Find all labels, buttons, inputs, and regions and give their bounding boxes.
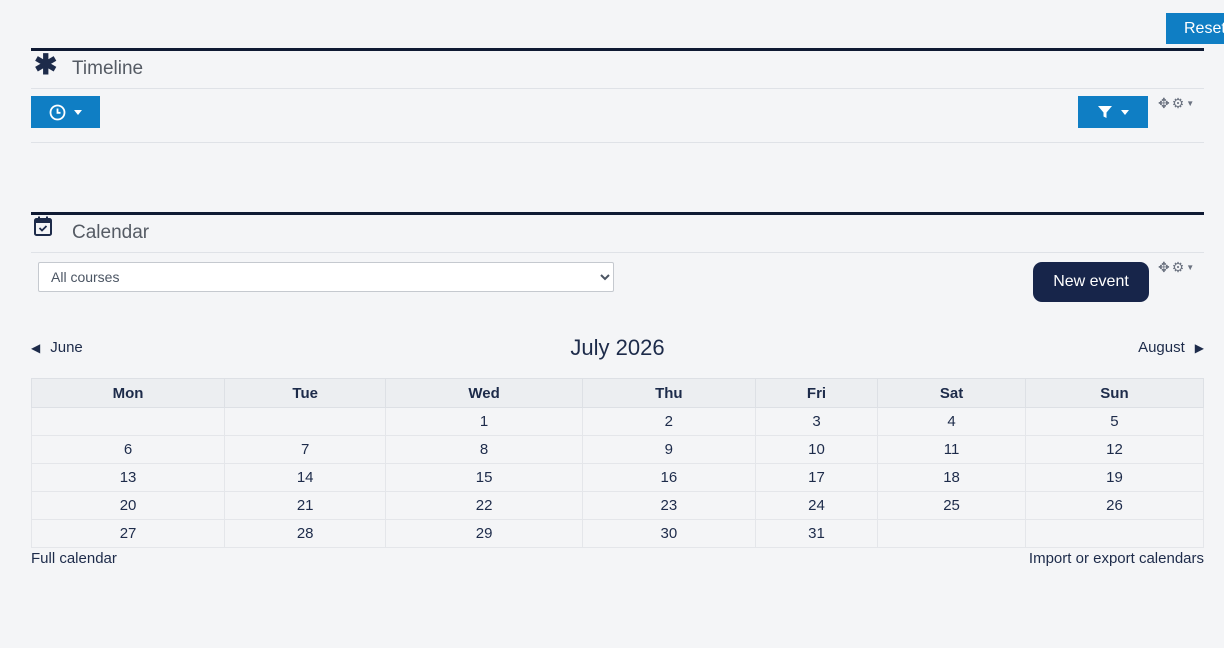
day-cell[interactable]: 3 <box>754 407 879 436</box>
day-cell[interactable]: 19 <box>1024 463 1205 492</box>
calendar-header: Calendar <box>31 215 1204 253</box>
day-cell[interactable]: 6 <box>30 435 226 464</box>
import-export-calendars-link[interactable]: Import or export calendars <box>1029 550 1204 567</box>
day-cell[interactable] <box>877 519 1026 548</box>
course-filter-select[interactable]: All courses <box>38 262 614 292</box>
timeline-block: ✱ Timeline ✥ ⚙ ▼ <box>31 48 1204 144</box>
day-cell[interactable]: 21 <box>224 491 387 520</box>
chevron-down-icon[interactable]: ▼ <box>1186 263 1194 272</box>
day-cell[interactable]: 25 <box>877 491 1026 520</box>
day-cell[interactable] <box>30 407 226 436</box>
week-row: 1 2 3 4 5 <box>30 407 1205 436</box>
day-cell[interactable]: 14 <box>224 463 387 492</box>
reset-button[interactable]: Reset <box>1166 13 1224 44</box>
weekday-header: Mon <box>30 378 226 408</box>
day-cell[interactable]: 20 <box>30 491 226 520</box>
day-cell[interactable]: 29 <box>385 519 583 548</box>
week-row: 20 21 22 23 24 25 26 <box>30 491 1205 520</box>
move-icon[interactable]: ✥ <box>1158 95 1170 112</box>
timeline-sort-filter-button[interactable] <box>1078 96 1148 128</box>
weekday-header: Thu <box>581 378 756 408</box>
week-row: 13 14 15 16 17 18 19 <box>30 463 1205 492</box>
chevron-down-icon <box>74 109 82 115</box>
timeline-header: ✱ Timeline <box>31 51 1204 89</box>
weekday-header: Tue <box>224 378 387 408</box>
asterisk-icon: ✱ <box>34 49 58 80</box>
day-cell[interactable]: 2 <box>581 407 756 436</box>
move-icon[interactable]: ✥ <box>1158 259 1170 276</box>
day-cell[interactable]: 12 <box>1024 435 1205 464</box>
full-calendar-link[interactable]: Full calendar <box>31 550 117 567</box>
calendar-title: Calendar <box>72 222 150 243</box>
day-cell[interactable]: 8 <box>385 435 583 464</box>
day-cell[interactable]: 11 <box>877 435 1026 464</box>
calendar-block-controls: ✥ ⚙ ▼ <box>1158 259 1194 276</box>
calendar-block: Calendar All courses New event ✥ ⚙ ▼ ◀ J… <box>30 212 1205 572</box>
day-cell[interactable] <box>1024 519 1205 548</box>
day-cell[interactable]: 26 <box>1024 491 1205 520</box>
filter-icon <box>1098 106 1112 118</box>
day-cell[interactable] <box>224 407 387 436</box>
timeline-block-controls: ✥ ⚙ ▼ <box>1158 95 1194 112</box>
gear-icon[interactable]: ⚙ <box>1172 95 1185 112</box>
day-cell[interactable]: 10 <box>754 435 879 464</box>
arrow-right-icon: ▶ <box>1194 340 1204 355</box>
next-month-label: August <box>1138 339 1185 356</box>
day-cell[interactable]: 24 <box>754 491 879 520</box>
day-cell[interactable]: 4 <box>877 407 1026 436</box>
month-navigation: ◀ June July 2026 August ▶ <box>31 335 1204 369</box>
chevron-down-icon[interactable]: ▼ <box>1186 99 1194 108</box>
weekday-header: Sun <box>1024 378 1205 408</box>
day-cell[interactable]: 23 <box>581 491 756 520</box>
timeline-divider <box>31 142 1204 143</box>
gear-icon[interactable]: ⚙ <box>1172 259 1185 276</box>
day-cell[interactable]: 27 <box>30 519 226 548</box>
day-cell[interactable]: 13 <box>30 463 226 492</box>
timeline-title: Timeline <box>72 58 144 79</box>
week-row: 27 28 29 30 31 <box>30 519 1205 548</box>
day-cell[interactable]: 31 <box>754 519 879 548</box>
weekday-header: Wed <box>385 378 583 408</box>
day-cell[interactable]: 17 <box>754 463 879 492</box>
day-cell[interactable]: 22 <box>385 491 583 520</box>
weekday-header-row: Mon Tue Wed Thu Fri Sat Sun <box>30 378 1205 408</box>
calendar-check-icon <box>34 216 52 236</box>
day-cell[interactable]: 18 <box>877 463 1026 492</box>
clock-icon <box>49 104 66 120</box>
day-cell[interactable]: 1 <box>385 407 583 436</box>
day-cell[interactable]: 16 <box>581 463 756 492</box>
day-cell[interactable]: 9 <box>581 435 756 464</box>
week-row: 6 7 8 9 10 11 12 <box>30 435 1205 464</box>
day-cell[interactable]: 15 <box>385 463 583 492</box>
new-event-button[interactable]: New event <box>1033 262 1149 302</box>
day-cell[interactable]: 5 <box>1024 407 1205 436</box>
weekday-header: Fri <box>754 378 879 408</box>
day-cell[interactable]: 30 <box>581 519 756 548</box>
timeline-date-filter-button[interactable] <box>31 96 100 128</box>
day-cell[interactable]: 7 <box>224 435 387 464</box>
current-month-title: July 2026 <box>570 335 665 360</box>
day-cell[interactable]: 28 <box>224 519 387 548</box>
chevron-down-icon <box>1121 109 1129 115</box>
calendar-month-table: Mon Tue Wed Thu Fri Sat Sun 1 2 3 4 5 6 <box>30 378 1205 548</box>
weekday-header: Sat <box>877 378 1026 408</box>
next-month-link[interactable]: August ▶ <box>1138 339 1204 356</box>
